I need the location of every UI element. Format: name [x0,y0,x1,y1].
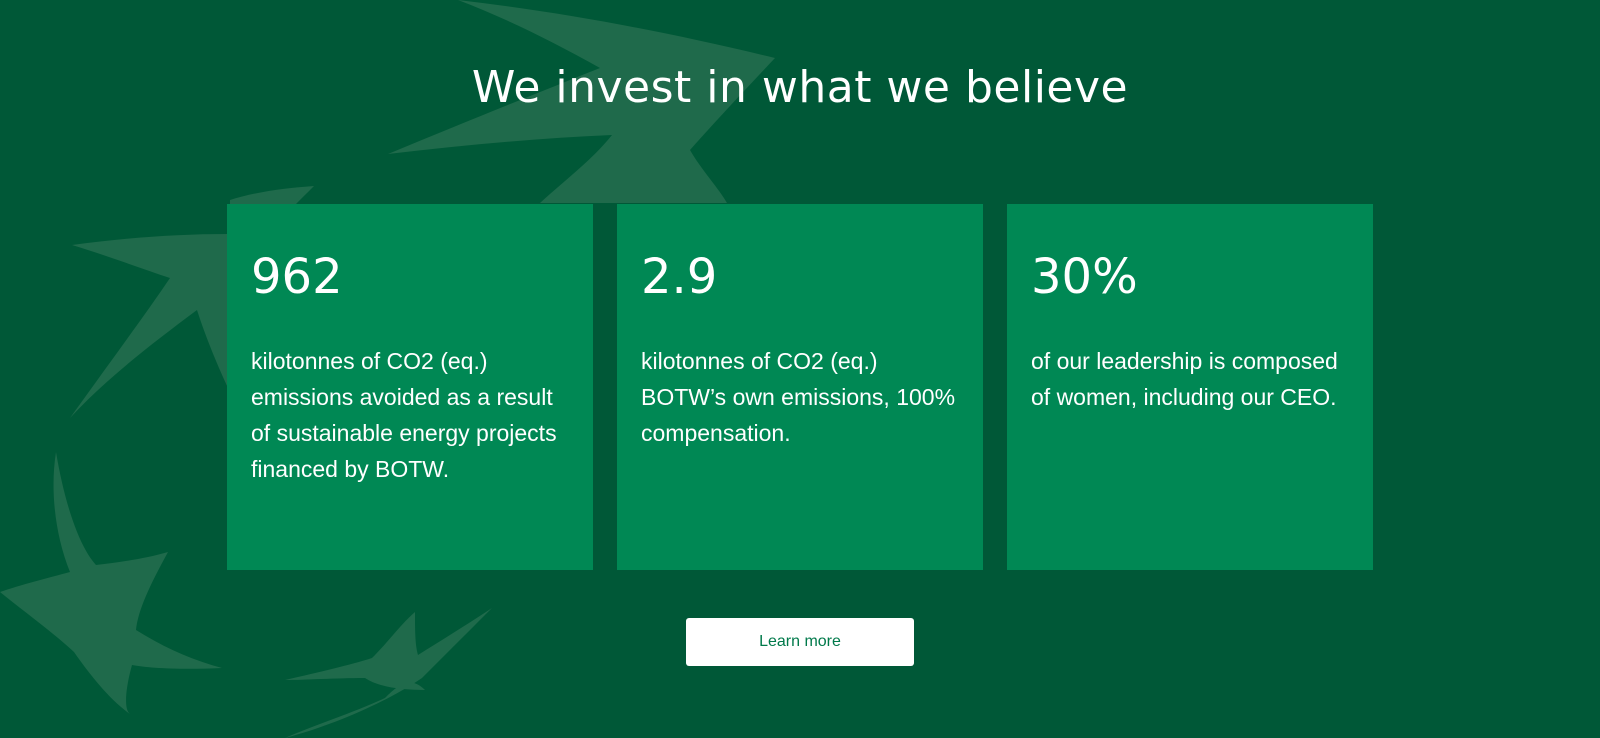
learn-more-button[interactable]: Learn more [686,618,914,666]
stat-card-own-emissions: 2.9 kilotonnes of CO2 (eq.) BOTW’s own e… [617,204,983,570]
stat-value: 2.9 [641,249,718,305]
stat-description: of our leadership is composed of women, … [1031,347,1338,410]
stats-cards: 962 kilotonnes of CO2 (eq.) emissions av… [227,204,1373,570]
stat-value: 30% [1031,249,1138,305]
stat-card-emissions-avoided: 962 kilotonnes of CO2 (eq.) emissions av… [227,204,593,570]
section-title: We invest in what we believe [471,62,1129,113]
stat-description: kilotonnes of CO2 (eq.) emissions avoide… [251,347,557,482]
stat-value: 962 [251,249,343,305]
stat-description: kilotonnes of CO2 (eq.) BOTW’s own emiss… [641,347,956,446]
stat-card-women-leadership: 30% of our leadership is composed of wom… [1007,204,1373,570]
